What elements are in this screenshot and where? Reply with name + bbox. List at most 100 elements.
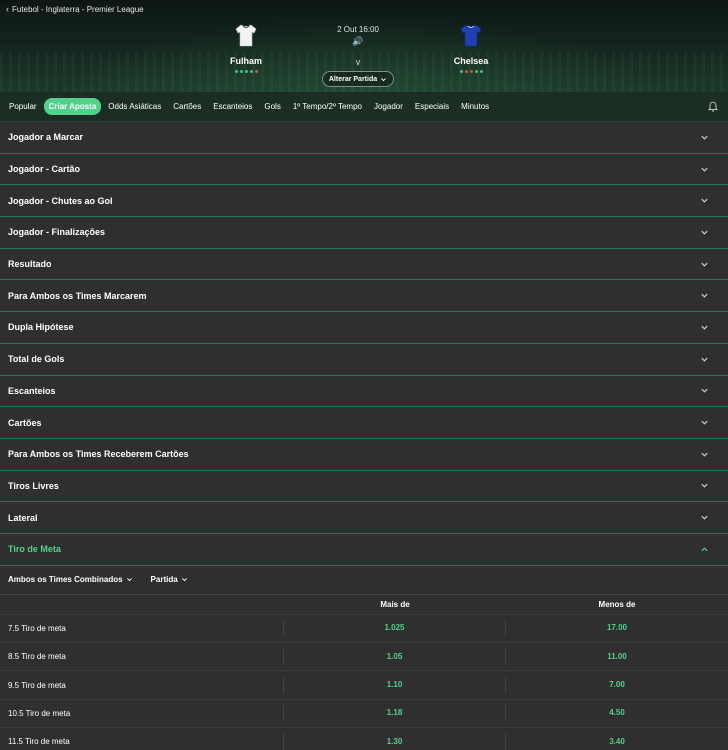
form-dot bbox=[469, 70, 473, 73]
chevron-down-icon[interactable] bbox=[700, 418, 709, 427]
tab-escanteios[interactable]: Escanteios bbox=[208, 98, 257, 115]
chevron-left-icon[interactable]: ‹ bbox=[6, 4, 9, 14]
line-label: 7.5 Tiro de meta bbox=[0, 620, 284, 637]
speaker-icon[interactable]: 🔊 bbox=[308, 36, 408, 47]
chevron-down-icon bbox=[126, 578, 132, 582]
col-over: Mais de bbox=[380, 599, 410, 609]
match-header: ‹ Futebol - Inglaterra - Premier League … bbox=[0, 0, 728, 92]
market-row[interactable]: Escanteios bbox=[0, 375, 728, 408]
market-row[interactable]: Total de Gols bbox=[0, 343, 728, 376]
market-row[interactable]: Jogador - Cartão bbox=[0, 153, 728, 186]
col-under: Menos de bbox=[598, 599, 636, 609]
tab-gols[interactable]: Gols bbox=[259, 98, 285, 115]
market-row[interactable]: Cartões bbox=[0, 407, 728, 439]
tab-especiais[interactable]: Especiais bbox=[410, 98, 454, 115]
home-form bbox=[206, 70, 286, 73]
market-row[interactable]: Resultado bbox=[0, 248, 728, 281]
tab-odds-asiaticas[interactable]: Odds Asiáticas bbox=[103, 98, 166, 115]
market-label: Dupla Hipótese bbox=[8, 322, 74, 333]
odds-over-button[interactable]: 1.025 bbox=[284, 620, 506, 637]
odds-over-button[interactable]: 1.18 bbox=[284, 705, 506, 722]
chevron-down-icon[interactable] bbox=[700, 260, 709, 269]
market-label: Jogador - Cartão bbox=[8, 164, 81, 175]
market-row[interactable]: Dupla Hipótese bbox=[0, 312, 728, 344]
market-list: Jogador a Marcar Jogador - Cartão Jogador … bbox=[0, 122, 728, 534]
change-match-label: Alterar Partida bbox=[328, 75, 378, 83]
form-dot bbox=[474, 70, 478, 73]
market-row[interactable]: Para Ambos os Times Marcarem bbox=[0, 280, 728, 313]
table-row: 8.5 Tiro de meta 1.05 11.00 bbox=[0, 642, 728, 670]
market-tiro-de-meta[interactable]: Tiro de Meta bbox=[0, 533, 728, 566]
home-team: Fulham bbox=[206, 22, 286, 73]
match-time: 2 Out 16:00 bbox=[337, 25, 379, 34]
match-info: 2 Out 16:00 🔊 v bbox=[308, 25, 408, 67]
odds-over-button[interactable]: 1.05 bbox=[284, 648, 506, 665]
chevron-down-icon[interactable] bbox=[700, 386, 709, 395]
market-row[interactable]: Jogador a Marcar bbox=[0, 122, 728, 154]
tab-jogador[interactable]: Jogador bbox=[369, 98, 408, 115]
form-dot bbox=[479, 70, 483, 73]
form-dot bbox=[459, 70, 463, 73]
odds-over-button[interactable]: 1.30 bbox=[284, 733, 506, 750]
odds-under-button[interactable]: 3.40 bbox=[506, 734, 728, 750]
form-dot bbox=[254, 70, 258, 73]
market-row[interactable]: Jogador - Chutes ao Gol bbox=[0, 185, 728, 218]
chevron-down-icon[interactable] bbox=[700, 481, 709, 490]
market-label: Para Ambos os Times Receberem Cartões bbox=[8, 449, 189, 460]
tab-minutos[interactable]: Minutos bbox=[456, 98, 494, 115]
odds-under-button[interactable]: 7.00 bbox=[506, 677, 728, 693]
form-dot bbox=[239, 70, 243, 73]
market-row[interactable]: Para Ambos os Times Receberem Cartões bbox=[0, 438, 728, 471]
chevron-down-icon bbox=[381, 77, 387, 81]
market-label: Lateral bbox=[8, 512, 38, 523]
market-label: Para Ambos os Times Marcarem bbox=[8, 290, 147, 301]
market-row[interactable]: Lateral bbox=[0, 502, 728, 534]
market-label: Jogador a Marcar bbox=[8, 132, 84, 143]
market-label: Total de Gols bbox=[8, 354, 65, 365]
table-row: 11.5 Tiro de meta 1.30 3.40 bbox=[0, 727, 728, 750]
chevron-down-icon[interactable] bbox=[700, 450, 709, 459]
chevron-up-icon[interactable] bbox=[700, 545, 709, 554]
chevron-down-icon[interactable] bbox=[700, 165, 709, 174]
form-dot bbox=[249, 70, 253, 73]
filter-teams[interactable]: Ambos os Times Combinados bbox=[8, 575, 133, 584]
market-label: Jogador - Chutes ao Gol bbox=[8, 195, 113, 206]
chevron-down-icon[interactable] bbox=[700, 513, 709, 522]
market-tabs: Popular Criar Aposta Odds Asiáticas Cart… bbox=[0, 92, 728, 122]
line-label: 9.5 Tiro de meta bbox=[0, 677, 284, 694]
chevron-down-icon[interactable] bbox=[700, 133, 709, 142]
market-label: Jogador - Finalizações bbox=[8, 227, 106, 238]
table-row: 7.5 Tiro de meta 1.025 17.00 bbox=[0, 613, 728, 642]
away-form bbox=[431, 70, 511, 73]
chevron-down-icon[interactable] bbox=[700, 196, 709, 205]
odds-under-button[interactable]: 4.50 bbox=[506, 705, 728, 721]
tab-criar-aposta[interactable]: Criar Aposta bbox=[43, 98, 102, 115]
market-filters: Ambos os Times Combinados Partida bbox=[0, 566, 728, 594]
home-shirt-icon bbox=[235, 24, 257, 47]
market-label: Tiro de Meta bbox=[8, 544, 61, 555]
filter-period[interactable]: Partida bbox=[151, 575, 188, 584]
chevron-down-icon bbox=[181, 578, 187, 582]
market-row[interactable]: Jogador - Finalizações bbox=[0, 217, 728, 249]
away-shirt-icon bbox=[460, 24, 482, 47]
line-label: 8.5 Tiro de meta bbox=[0, 648, 284, 665]
chevron-down-icon[interactable] bbox=[700, 291, 709, 300]
table-row: 9.5 Tiro de meta 1.10 7.00 bbox=[0, 670, 728, 698]
breadcrumb[interactable]: ‹ Futebol - Inglaterra - Premier League bbox=[6, 4, 144, 14]
tab-cartoes[interactable]: Cartões bbox=[168, 98, 206, 115]
odds-over-button[interactable]: 1.10 bbox=[284, 677, 506, 694]
tab-tempos[interactable]: 1º Tempo/2º Tempo bbox=[288, 98, 367, 115]
bell-icon[interactable] bbox=[707, 101, 719, 113]
market-label: Cartões bbox=[8, 417, 42, 428]
chevron-down-icon[interactable] bbox=[700, 323, 709, 332]
chevron-down-icon[interactable] bbox=[700, 228, 709, 237]
chevron-down-icon[interactable] bbox=[700, 355, 709, 364]
tab-popular[interactable]: Popular bbox=[4, 98, 42, 115]
change-match-button[interactable]: Alterar Partida bbox=[322, 71, 394, 87]
odds-under-button[interactable]: 11.00 bbox=[506, 649, 728, 665]
market-label: Resultado bbox=[8, 259, 52, 270]
odds-under-button[interactable]: 17.00 bbox=[506, 620, 728, 636]
breadcrumb-text[interactable]: Futebol - Inglaterra - Premier League bbox=[12, 5, 144, 14]
market-row[interactable]: Tiros Livres bbox=[0, 470, 728, 503]
line-label: 11.5 Tiro de meta bbox=[0, 733, 284, 750]
